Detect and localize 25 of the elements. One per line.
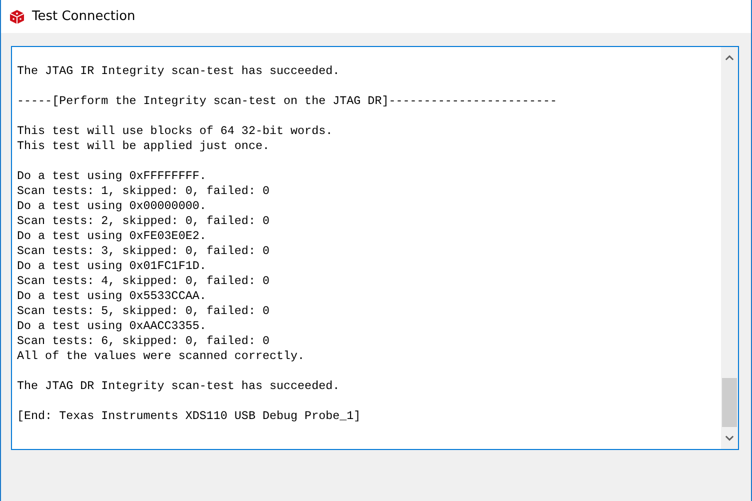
log-line: This test will use blocks of 64 32-bit words. bbox=[17, 124, 333, 139]
log-line: Do a test using 0x5533CCAA. bbox=[17, 289, 206, 304]
log-line: Do a test using 0x00000000. bbox=[17, 199, 206, 214]
log-line: Scan tests: 2, skipped: 0, failed: 0 bbox=[17, 214, 270, 229]
log-line: [End: Texas Instruments XDS110 USB Debug Probe_1] bbox=[17, 409, 361, 424]
log-line: This test will be applied just once. bbox=[17, 139, 270, 154]
log-line: Scan tests: 1, skipped: 0, failed: 0 bbox=[17, 184, 270, 199]
log-line: The JTAG DR Integrity scan-test has succeeded. bbox=[17, 379, 340, 394]
log-line: Do a test using 0xAACC3355. bbox=[17, 319, 206, 334]
scroll-down-icon[interactable] bbox=[725, 435, 734, 441]
window-title: Test Connection bbox=[32, 9, 136, 24]
log-line: Do a test using 0x01FC1F1D. bbox=[17, 259, 206, 274]
log-line: The JTAG IR Integrity scan-test has succeeded. bbox=[17, 64, 340, 79]
log-line: Scan tests: 5, skipped: 0, failed: 0 bbox=[17, 304, 270, 319]
log-line: Scan tests: 4, skipped: 0, failed: 0 bbox=[17, 274, 270, 289]
log-line: Do a test using 0xFE03E0E2. bbox=[17, 229, 206, 244]
cube-icon bbox=[9, 8, 25, 24]
log-line: Do a test using 0xFFFFFFFF. bbox=[17, 169, 206, 184]
log-line: -----[Perform the Integrity scan-test on the JTAG DR]------------------------ bbox=[17, 94, 558, 109]
scrollbar[interactable] bbox=[721, 47, 738, 449]
log-line: All of the values were scanned correctly. bbox=[17, 349, 305, 364]
log-line: Scan tests: 3, skipped: 0, failed: 0 bbox=[17, 244, 270, 259]
scroll-thumb[interactable] bbox=[722, 378, 737, 427]
log-line: Scan tests: 6, skipped: 0, failed: 0 bbox=[17, 334, 270, 349]
scroll-up-icon[interactable] bbox=[725, 55, 734, 61]
